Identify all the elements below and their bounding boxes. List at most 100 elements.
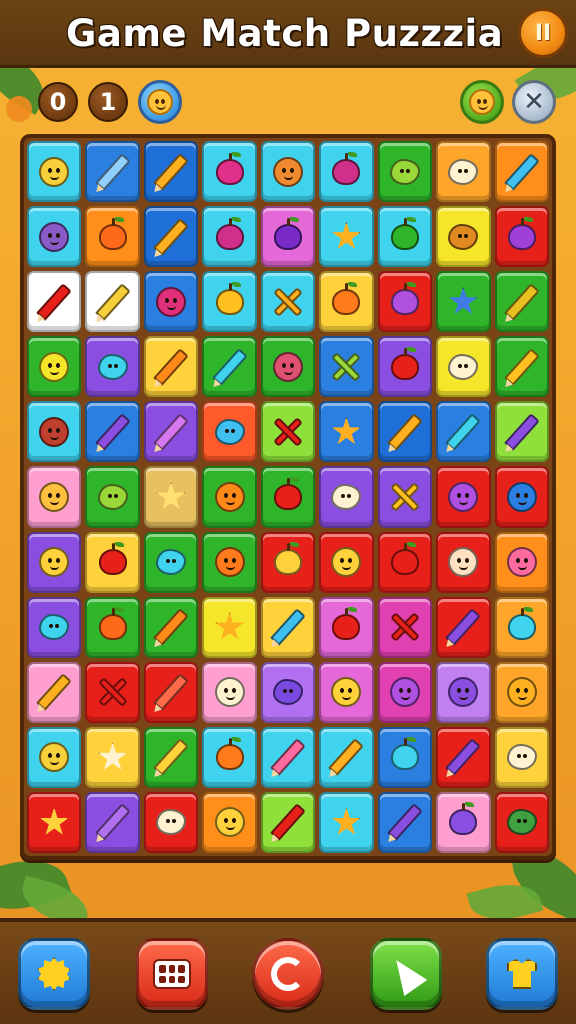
board-tile[interactable] [202, 791, 257, 853]
board-tile[interactable] [27, 596, 82, 658]
board-tile[interactable] [319, 531, 374, 593]
board-tile[interactable] [377, 271, 433, 333]
board-tile[interactable] [377, 661, 433, 723]
board-tile[interactable] [260, 206, 316, 268]
board-tile[interactable] [436, 271, 491, 333]
board-tile[interactable] [494, 401, 549, 463]
board-tile[interactable] [27, 336, 82, 398]
board-tile[interactable] [27, 206, 82, 268]
board-tile[interactable] [202, 336, 257, 398]
board-tile[interactable] [319, 466, 374, 528]
board-tile[interactable] [260, 336, 316, 398]
board-tile[interactable] [85, 726, 140, 788]
board-tile[interactable] [85, 271, 140, 333]
board-tile[interactable] [494, 336, 549, 398]
board-tile[interactable] [319, 661, 374, 723]
board-tile[interactable] [27, 791, 82, 853]
board-tile[interactable] [27, 141, 82, 203]
profile-avatar-button[interactable] [138, 80, 182, 124]
board-tile[interactable] [143, 531, 199, 593]
board-tile[interactable] [260, 596, 316, 658]
board-tile[interactable] [377, 206, 433, 268]
board-tile[interactable] [85, 336, 140, 398]
board-tile[interactable] [494, 141, 549, 203]
board-tile[interactable] [494, 791, 549, 853]
board-tile[interactable] [260, 726, 316, 788]
pause-button[interactable]: II [518, 8, 568, 58]
board-tile[interactable] [436, 336, 491, 398]
board-tile[interactable] [494, 726, 549, 788]
board-tile[interactable] [27, 531, 82, 593]
close-button[interactable]: ✕ [512, 80, 556, 124]
board-tile[interactable] [319, 596, 374, 658]
board-tile[interactable] [436, 206, 491, 268]
board-tile[interactable] [85, 661, 140, 723]
board-tile[interactable] [27, 271, 82, 333]
board-tile[interactable] [494, 271, 549, 333]
board-tile[interactable] [143, 141, 199, 203]
shop-button[interactable] [486, 938, 558, 1010]
board-tile[interactable] [202, 661, 257, 723]
board-tile[interactable] [319, 726, 374, 788]
board-tile[interactable] [260, 401, 316, 463]
board-tile[interactable] [377, 401, 433, 463]
board-tile[interactable] [377, 531, 433, 593]
board-tile[interactable] [377, 141, 433, 203]
board-tile[interactable] [202, 596, 257, 658]
board-tile[interactable] [85, 531, 140, 593]
board-tile[interactable] [260, 531, 316, 593]
board-tile[interactable] [143, 271, 199, 333]
board-tile[interactable] [143, 661, 199, 723]
board-tile[interactable] [377, 596, 433, 658]
board-tile[interactable] [494, 206, 549, 268]
board-tile[interactable] [27, 466, 82, 528]
board-tile[interactable] [85, 596, 140, 658]
board-tile[interactable] [260, 141, 316, 203]
level-grid-button[interactable] [136, 938, 208, 1010]
board-tile[interactable] [202, 206, 257, 268]
board-tile[interactable] [143, 206, 199, 268]
board-tile[interactable] [143, 726, 199, 788]
shuffle-button[interactable] [252, 938, 324, 1010]
board-tile[interactable] [436, 141, 491, 203]
board-tile[interactable] [85, 791, 140, 853]
board-tile[interactable] [319, 336, 374, 398]
board-tile[interactable] [260, 466, 316, 528]
board-tile[interactable] [436, 596, 491, 658]
board-tile[interactable] [85, 141, 140, 203]
board-tile[interactable] [202, 466, 257, 528]
board-tile[interactable] [319, 206, 374, 268]
board-tile[interactable] [260, 661, 316, 723]
board-tile[interactable] [377, 726, 433, 788]
board-tile[interactable] [143, 336, 199, 398]
board-tile[interactable] [202, 726, 257, 788]
board-tile[interactable] [27, 661, 82, 723]
board-tile[interactable] [27, 726, 82, 788]
hint-button[interactable] [370, 938, 442, 1010]
board-tile[interactable] [436, 791, 491, 853]
board-tile[interactable] [143, 791, 199, 853]
board-tile[interactable] [494, 596, 549, 658]
board-tile[interactable] [85, 401, 140, 463]
board-tile[interactable] [319, 401, 374, 463]
board-tile[interactable] [319, 271, 374, 333]
board-tile[interactable] [202, 271, 257, 333]
board-tile[interactable] [494, 661, 549, 723]
board-tile[interactable] [143, 401, 199, 463]
board-tile[interactable] [319, 141, 374, 203]
board-tile[interactable] [260, 791, 316, 853]
board-tile[interactable] [260, 271, 316, 333]
board-tile[interactable] [494, 466, 549, 528]
board-tile[interactable] [436, 466, 491, 528]
board-tile[interactable] [202, 141, 257, 203]
board-tile[interactable] [85, 466, 140, 528]
board-tile[interactable] [143, 466, 199, 528]
board-tile[interactable] [202, 401, 257, 463]
settings-button[interactable] [18, 938, 90, 1010]
board-tile[interactable] [436, 531, 491, 593]
board-tile[interactable] [27, 401, 82, 463]
board-tile[interactable] [202, 531, 257, 593]
board-tile[interactable] [377, 466, 433, 528]
board-tile[interactable] [143, 596, 199, 658]
board-tile[interactable] [436, 726, 491, 788]
